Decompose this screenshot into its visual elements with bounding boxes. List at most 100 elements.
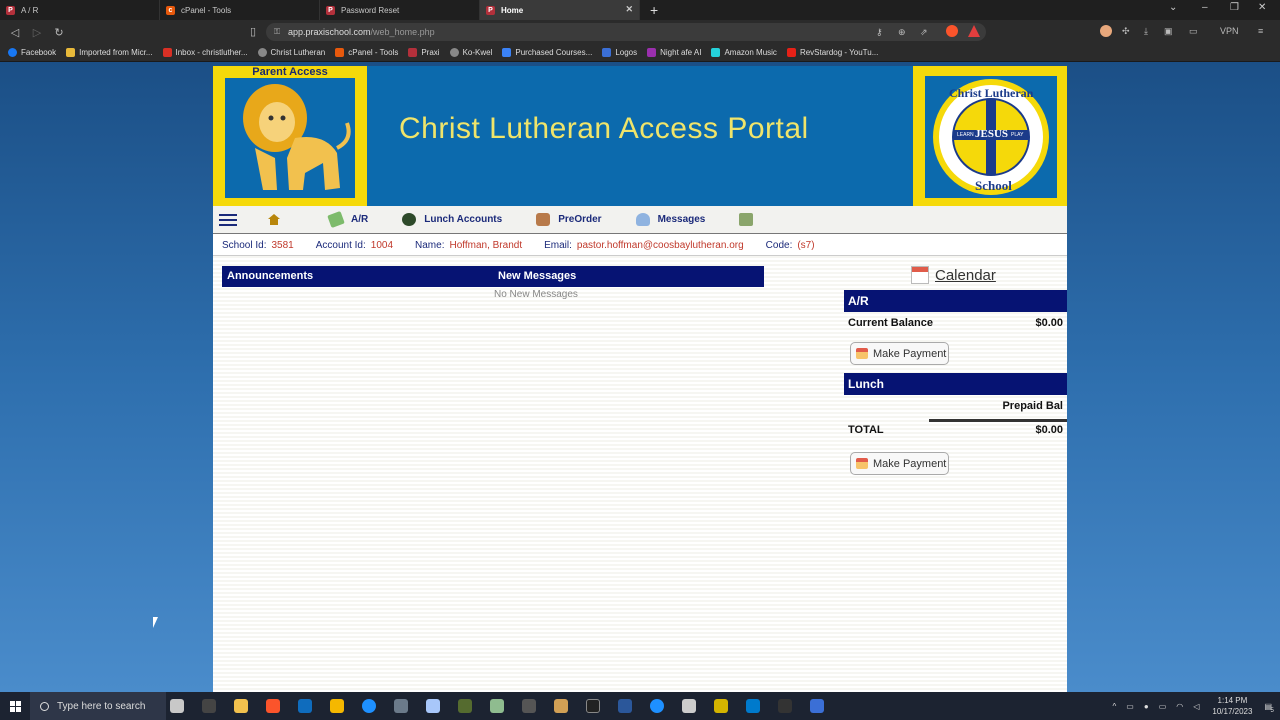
downloads-icon[interactable]: ⤓: [1144, 26, 1148, 37]
bookmark-facebook[interactable]: Facebook: [8, 48, 56, 57]
taskbar-search[interactable]: Type here to search: [30, 692, 166, 720]
browser-tab-ar[interactable]: P A / R: [0, 0, 160, 20]
extensions-icon[interactable]: ✣: [1122, 26, 1130, 37]
task-view-icon[interactable]: [202, 699, 216, 713]
amazon-music-icon: [711, 48, 721, 57]
bookmark-night-afe[interactable]: Night afe AI: [647, 48, 701, 57]
reload-icon[interactable]: ↻: [48, 26, 70, 39]
profile-icon[interactable]: [1100, 25, 1112, 37]
wallet-icon[interactable]: ▭: [1189, 26, 1198, 37]
bookmark-cpanel[interactable]: cPanel - Tools: [335, 48, 398, 57]
nav-label: PreOrder: [558, 214, 602, 225]
bookmark-imported[interactable]: Imported from Micr...: [66, 48, 153, 57]
brave-shields-icon[interactable]: [946, 25, 958, 37]
word-icon[interactable]: [618, 699, 632, 713]
bookmark-praxi[interactable]: Praxi: [408, 48, 440, 57]
seal-right-text: PLAY: [1011, 132, 1024, 138]
monitor-icon[interactable]: ▭: [1159, 702, 1167, 711]
browser-tab-strip: P A / R c cPanel - Tools P Password Rese…: [0, 0, 1280, 20]
app-icon[interactable]: [458, 699, 472, 713]
tab-label: Password Reset: [341, 5, 400, 15]
zoom-icon[interactable]: ⊕: [898, 23, 906, 41]
site-info-icon[interactable]: ⚿: [274, 23, 280, 41]
close-window-icon[interactable]: ✕: [1258, 2, 1266, 13]
ledger-icon: [739, 213, 754, 226]
ai-icon: [647, 48, 657, 57]
battery-icon[interactable]: ▭: [1126, 702, 1134, 711]
praxi-icon: [408, 48, 418, 57]
bookmark-christ-lutheran[interactable]: Christ Lutheran: [257, 48, 325, 57]
app-icon[interactable]: [330, 699, 344, 713]
volume-icon[interactable]: ◁: [1193, 702, 1199, 711]
close-tab-icon[interactable]: ✕: [625, 4, 633, 15]
bookmark-purchased-courses[interactable]: Purchased Courses...: [502, 48, 592, 57]
app-icon[interactable]: [426, 699, 440, 713]
app-icon[interactable]: [554, 699, 568, 713]
address-bar[interactable]: ⚿ app.praxischool.com/web_home.php ⚷ ⊕ ⇗: [266, 23, 986, 41]
nav-lunch-accounts[interactable]: Lunch Accounts: [402, 213, 502, 226]
tab-search-chevron-icon[interactable]: ⌄: [1169, 2, 1177, 13]
nav-extra[interactable]: [739, 213, 761, 226]
wifi-icon[interactable]: ◠: [1176, 702, 1183, 711]
bookmark-ko-kwel[interactable]: Ko-Kwel: [449, 48, 492, 57]
bookmark-label: Facebook: [21, 48, 57, 57]
nav-preorder[interactable]: PreOrder: [536, 213, 602, 226]
share-icon[interactable]: ⇗: [920, 23, 928, 41]
epic-games-icon[interactable]: [778, 699, 792, 713]
browser-tab-home[interactable]: P Home ✕: [480, 0, 640, 20]
hamburger-menu-icon[interactable]: [219, 211, 237, 229]
sidebar-icon[interactable]: ▣: [1164, 26, 1173, 37]
app-icon[interactable]: [682, 699, 696, 713]
bookmark-amazon-music[interactable]: Amazon Music: [711, 48, 777, 57]
new-tab-icon[interactable]: +: [640, 2, 658, 18]
key-icon[interactable]: ⚷: [876, 23, 883, 41]
total-row: TOTAL $0.00: [844, 419, 1067, 441]
announcements-title: Announcements: [227, 270, 314, 282]
app-icon[interactable]: [714, 699, 728, 713]
minimize-icon[interactable]: –: [1202, 2, 1208, 13]
nav-ar[interactable]: A/R: [327, 210, 368, 229]
calculator-icon[interactable]: [394, 699, 408, 713]
browser-tab-password-reset[interactable]: P Password Reset: [320, 0, 480, 20]
current-balance-row: Current Balance $0.00: [844, 312, 1067, 334]
nav-home[interactable]: [267, 213, 289, 226]
lunch-panel: Lunch Prepaid Bal TOTAL $0.00 Make Payme…: [844, 373, 1067, 475]
notifications-icon[interactable]: ▤ 5: [1264, 702, 1273, 714]
start-button[interactable]: [0, 692, 30, 720]
vscode-icon[interactable]: [746, 699, 760, 713]
payment-icon: [856, 458, 868, 469]
store-icon[interactable]: [298, 699, 312, 713]
bookmark-label: Inbox - christluther...: [175, 48, 248, 57]
browser-tab-cpanel[interactable]: c cPanel - Tools: [160, 0, 320, 20]
ar-make-payment-button[interactable]: Make Payment: [850, 342, 949, 365]
brave-icon[interactable]: [266, 699, 280, 713]
logos-icon: [602, 48, 612, 57]
app-icon[interactable]: [650, 699, 664, 713]
app-icon[interactable]: [490, 699, 504, 713]
restore-icon[interactable]: ❐: [1230, 2, 1239, 13]
app-icon[interactable]: [522, 699, 536, 713]
forward-icon[interactable]: ▷: [26, 26, 48, 39]
tray-chevron-icon[interactable]: ^: [1113, 702, 1117, 711]
bookmark-inbox[interactable]: Inbox - christluther...: [162, 48, 248, 57]
app-icon[interactable]: [586, 699, 600, 713]
microphone-icon[interactable]: ●: [1144, 702, 1149, 711]
lunch-make-payment-button[interactable]: Make Payment: [850, 452, 949, 475]
vpn-button[interactable]: VPN: [1220, 26, 1239, 36]
bookmark-logos[interactable]: Logos: [602, 48, 637, 57]
preorder-icon: [536, 213, 551, 226]
windows-taskbar: Type here to search ^ ▭ ● ▭ ◠ ◁ 1:14 PM …: [0, 692, 1280, 720]
bookmark-label: Imported from Micr...: [79, 48, 153, 57]
nav-messages[interactable]: Messages: [635, 213, 705, 226]
file-explorer-icon[interactable]: [234, 699, 248, 713]
bookmark-youtube[interactable]: RevStardog - YouTu...: [786, 48, 878, 57]
menu-icon[interactable]: ≡: [1258, 26, 1263, 36]
clock[interactable]: 1:14 PM 10/17/2023: [1212, 695, 1252, 717]
person-icon: [635, 213, 650, 226]
app-icon[interactable]: [362, 699, 376, 713]
back-icon[interactable]: ◁: [4, 26, 26, 39]
logos-icon[interactable]: [810, 699, 824, 713]
cortana-icon[interactable]: [170, 699, 184, 713]
calendar-link[interactable]: Calendar: [911, 266, 996, 284]
bookmark-icon[interactable]: ▯: [242, 25, 264, 38]
